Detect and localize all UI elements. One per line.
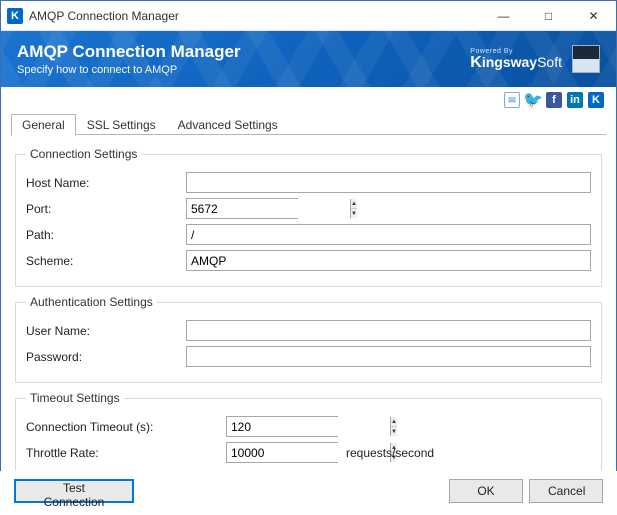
social-row: ✉ 🐦 f in K bbox=[1, 87, 616, 111]
group-connection-settings: Connection Settings Host Name: Port: ▲ ▼… bbox=[15, 147, 602, 287]
port-input[interactable] bbox=[187, 199, 350, 218]
throttle-rate-unit: requests/second bbox=[346, 446, 434, 460]
tab-advanced-settings[interactable]: Advanced Settings bbox=[167, 114, 289, 135]
password-label: Password: bbox=[26, 350, 186, 364]
banner-title: AMQP Connection Manager bbox=[17, 42, 241, 62]
connection-timeout-stepper[interactable]: ▲ ▼ bbox=[226, 416, 338, 437]
throttle-rate-label: Throttle Rate: bbox=[26, 446, 226, 460]
tab-ssl-settings[interactable]: SSL Settings bbox=[76, 114, 167, 135]
port-spin-down-icon[interactable]: ▼ bbox=[351, 209, 357, 218]
tab-general[interactable]: General bbox=[11, 114, 76, 136]
connection-timeout-label: Connection Timeout (s): bbox=[26, 420, 226, 434]
port-label: Port: bbox=[26, 202, 186, 216]
app-icon: K bbox=[7, 8, 23, 24]
window-title: AMQP Connection Manager bbox=[29, 9, 481, 23]
timeout-settings-legend: Timeout Settings bbox=[26, 391, 124, 405]
cancel-button[interactable]: Cancel bbox=[529, 479, 603, 503]
tab-content-general: Connection Settings Host Name: Port: ▲ ▼… bbox=[1, 135, 616, 491]
scheme-input[interactable] bbox=[186, 250, 591, 271]
authentication-settings-legend: Authentication Settings bbox=[26, 295, 157, 309]
footer: Test Connection OK Cancel bbox=[0, 471, 617, 515]
group-authentication-settings: Authentication Settings User Name: Passw… bbox=[15, 295, 602, 383]
port-spin-up-icon[interactable]: ▲ bbox=[351, 199, 357, 209]
user-name-input[interactable] bbox=[186, 320, 591, 341]
host-name-label: Host Name: bbox=[26, 176, 186, 190]
test-connection-button[interactable]: Test Connection bbox=[14, 479, 134, 503]
host-name-input[interactable] bbox=[186, 172, 591, 193]
timeout-spin-down-icon[interactable]: ▼ bbox=[391, 427, 397, 436]
facebook-icon[interactable]: f bbox=[546, 92, 562, 108]
minimize-button[interactable]: ― bbox=[481, 1, 526, 31]
kingswaysoft-icon[interactable]: K bbox=[588, 92, 604, 108]
linkedin-icon[interactable]: in bbox=[567, 92, 583, 108]
kingswaysoft-logo[interactable]: Powered By KingswaySoft bbox=[470, 48, 562, 71]
scheme-label: Scheme: bbox=[26, 254, 186, 268]
port-stepper[interactable]: ▲ ▼ bbox=[186, 198, 298, 219]
timeout-spin-up-icon[interactable]: ▲ bbox=[391, 417, 397, 427]
path-label: Path: bbox=[26, 228, 186, 242]
product-icon bbox=[572, 45, 600, 73]
throttle-rate-stepper[interactable]: ▲ ▼ bbox=[226, 442, 338, 463]
banner-subtitle: Specify how to connect to AMQP bbox=[17, 64, 241, 76]
banner: AMQP Connection Manager Specify how to c… bbox=[1, 31, 616, 87]
connection-settings-legend: Connection Settings bbox=[26, 147, 141, 161]
ok-button[interactable]: OK bbox=[449, 479, 523, 503]
brand-name: KingswaySoft bbox=[470, 55, 562, 71]
connection-timeout-input[interactable] bbox=[227, 417, 390, 436]
user-name-label: User Name: bbox=[26, 324, 186, 338]
maximize-button[interactable]: □ bbox=[526, 1, 571, 31]
group-timeout-settings: Timeout Settings Connection Timeout (s):… bbox=[15, 391, 602, 479]
password-input[interactable] bbox=[186, 346, 591, 367]
path-input[interactable] bbox=[186, 224, 591, 245]
mail-icon[interactable]: ✉ bbox=[504, 92, 520, 108]
tab-strip: General SSL Settings Advanced Settings bbox=[1, 113, 616, 135]
titlebar: K AMQP Connection Manager ― □ ✕ bbox=[1, 1, 616, 31]
twitter-icon[interactable]: 🐦 bbox=[525, 92, 541, 108]
close-button[interactable]: ✕ bbox=[571, 1, 616, 31]
